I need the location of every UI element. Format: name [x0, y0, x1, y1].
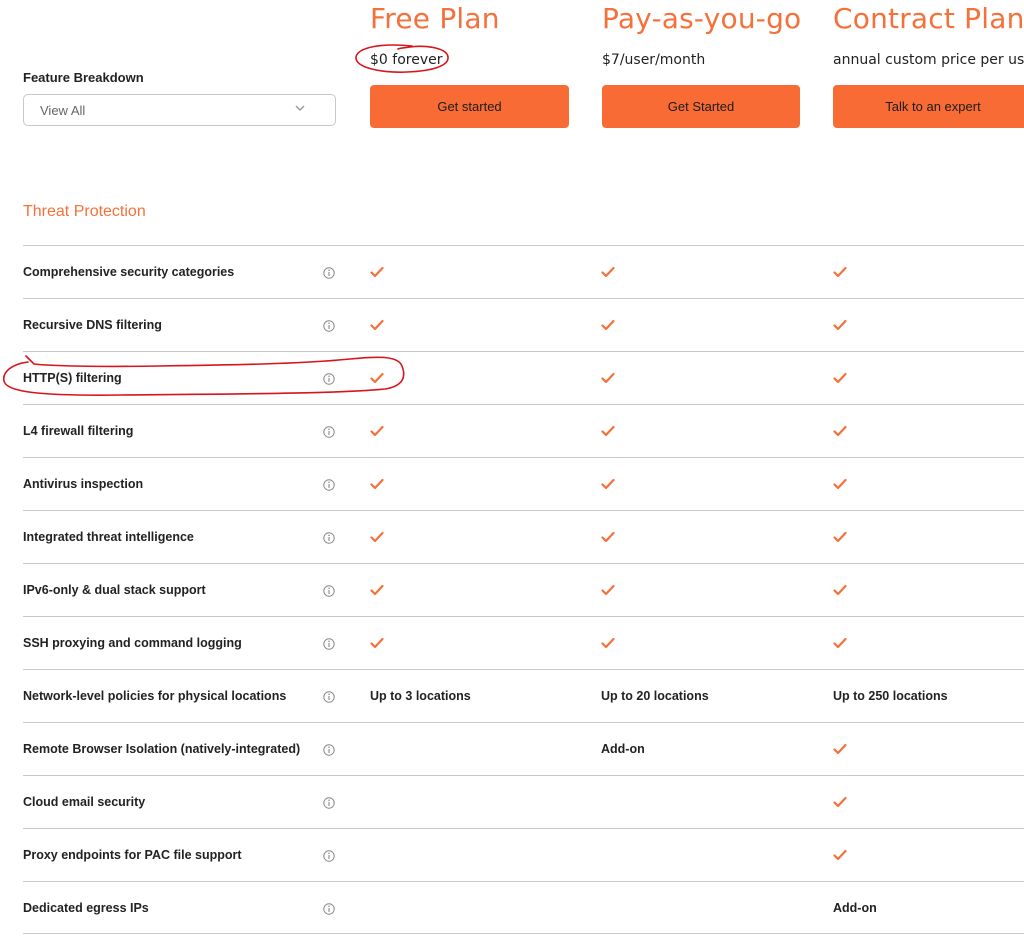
check-icon — [833, 425, 847, 437]
check-icon — [601, 266, 615, 278]
check-icon — [370, 319, 384, 331]
plan-payg-price: $7/user/month — [602, 52, 706, 68]
talk-to-expert-button[interactable]: Talk to an expert — [833, 85, 1024, 128]
feature-breakdown-label: Feature Breakdown — [23, 70, 144, 85]
check-icon — [833, 266, 847, 278]
check-icon — [370, 372, 384, 384]
check-icon — [833, 319, 847, 331]
info-icon[interactable] — [323, 743, 335, 756]
cell-contract: Up to 250 locations — [833, 689, 948, 703]
check-icon — [370, 266, 384, 278]
feature-table: Comprehensive security categories Recursi… — [23, 245, 1024, 934]
plan-contract-title: Contract Plan — [833, 2, 1024, 35]
get-started-free-button[interactable]: Get started — [370, 85, 569, 128]
check-icon — [601, 531, 615, 543]
check-icon — [601, 478, 615, 490]
feature-label: SSH proxying and command logging — [23, 636, 242, 650]
check-icon — [370, 478, 384, 490]
feature-label: Recursive DNS filtering — [23, 318, 162, 332]
check-icon — [601, 319, 615, 331]
info-icon[interactable] — [323, 372, 335, 385]
table-row: SSH proxying and command logging — [23, 616, 1024, 669]
info-icon[interactable] — [323, 584, 335, 597]
feature-breakdown-select[interactable]: View All — [23, 94, 336, 126]
cell-payg: Add-on — [601, 742, 645, 756]
check-icon — [833, 637, 847, 649]
table-row: IPv6-only & dual stack support — [23, 563, 1024, 616]
table-row: Cloud email security — [23, 775, 1024, 828]
info-icon[interactable] — [323, 266, 335, 279]
info-icon[interactable] — [323, 690, 335, 703]
table-row: Antivirus inspection — [23, 457, 1024, 510]
table-row: Remote Browser Isolation (natively-integ… — [23, 722, 1024, 775]
feature-label: Integrated threat intelligence — [23, 530, 194, 544]
feature-label: Antivirus inspection — [23, 477, 144, 491]
feature-label: IPv6-only & dual stack support — [23, 583, 206, 597]
check-icon — [833, 584, 847, 596]
table-row: Recursive DNS filtering — [23, 298, 1024, 351]
table-row: HTTP(S) filtering — [23, 351, 1024, 404]
table-row: Dedicated egress IPs Add-on — [23, 881, 1024, 934]
check-icon — [833, 531, 847, 543]
cell-payg: Up to 20 locations — [601, 689, 709, 703]
check-icon — [601, 425, 615, 437]
plan-free-price: $0 forever — [370, 52, 443, 68]
info-icon[interactable] — [323, 637, 335, 650]
info-icon[interactable] — [323, 902, 335, 915]
cell-free: Up to 3 locations — [370, 689, 471, 703]
check-icon — [833, 849, 847, 861]
check-icon — [601, 372, 615, 384]
info-icon[interactable] — [323, 478, 335, 491]
cell-contract: Add-on — [833, 900, 877, 915]
feature-label: HTTP(S) filtering — [23, 371, 122, 385]
info-icon[interactable] — [323, 531, 335, 544]
check-icon — [370, 637, 384, 649]
feature-label: Cloud email security — [23, 795, 146, 809]
feature-label: L4 firewall filtering — [23, 424, 134, 438]
plan-payg-title: Pay-as-you-go — [602, 2, 802, 35]
plan-contract-price: annual custom price per user — [833, 52, 1024, 68]
check-icon — [601, 584, 615, 596]
check-icon — [370, 425, 384, 437]
info-icon[interactable] — [323, 849, 335, 862]
get-started-payg-button[interactable]: Get Started — [602, 85, 800, 128]
chevron-down-icon — [293, 101, 307, 118]
check-icon — [833, 743, 847, 755]
check-icon — [833, 372, 847, 384]
feature-label: Proxy endpoints for PAC file support — [23, 848, 242, 862]
info-icon[interactable] — [323, 319, 335, 332]
info-icon[interactable] — [323, 425, 335, 438]
section-title-threat-protection: Threat Protection — [23, 203, 146, 220]
table-row: Network-level policies for physical loca… — [23, 669, 1024, 722]
table-row: Comprehensive security categories — [23, 245, 1024, 298]
table-row: Proxy endpoints for PAC file support — [23, 828, 1024, 881]
feature-label: Dedicated egress IPs — [23, 900, 149, 915]
feature-label: Network-level policies for physical loca… — [23, 689, 287, 703]
check-icon — [370, 584, 384, 596]
feature-label: Remote Browser Isolation (natively-integ… — [23, 742, 301, 756]
info-icon[interactable] — [323, 796, 335, 809]
check-icon — [601, 637, 615, 649]
feature-breakdown-value: View All — [40, 102, 86, 118]
table-row: Integrated threat intelligence — [23, 510, 1024, 563]
check-icon — [833, 796, 847, 808]
feature-label: Comprehensive security categories — [23, 265, 235, 279]
table-row: L4 firewall filtering — [23, 404, 1024, 457]
check-icon — [370, 531, 384, 543]
plan-free-title: Free Plan — [370, 2, 500, 35]
check-icon — [833, 478, 847, 490]
